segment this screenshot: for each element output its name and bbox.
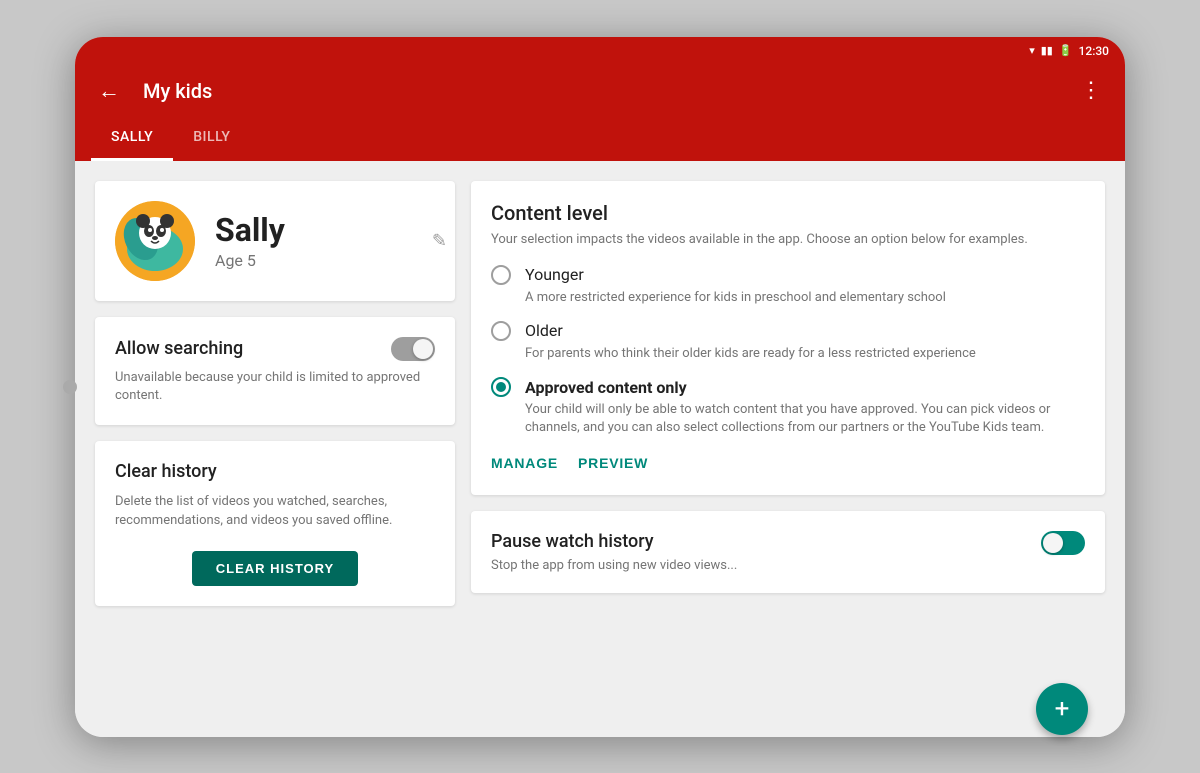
pause-watch-toggle[interactable] — [1041, 531, 1085, 555]
radio-option-younger[interactable]: Younger A more restricted experience for… — [491, 265, 1085, 307]
radio-option-approved[interactable]: Approved content only Your child will on… — [491, 377, 1085, 437]
content-actions: MANAGE PREVIEW — [491, 451, 1085, 475]
radio-desc-approved: Your child will only be able to watch co… — [525, 401, 1085, 437]
search-description: Unavailable because your child is limite… — [115, 369, 435, 405]
search-card-header: Allow searching — [115, 337, 435, 361]
radio-dot-approved — [496, 382, 506, 392]
clear-history-title: Clear history — [115, 461, 435, 482]
tab-sally[interactable]: Sally — [91, 117, 173, 161]
radio-row-approved: Approved content only — [491, 377, 1085, 397]
wifi-icon: ▾ — [1029, 44, 1035, 57]
left-column: Sally Age 5 ✎ Allow searching Unavailabl… — [95, 181, 455, 717]
right-column: Content level Your selection impacts the… — [471, 181, 1105, 717]
status-time: 12:30 — [1079, 44, 1109, 58]
side-button — [63, 380, 77, 394]
radio-label-younger: Younger — [525, 265, 584, 284]
profile-card: Sally Age 5 ✎ — [95, 181, 455, 301]
pause-info: Pause watch history Stop the app from us… — [491, 531, 737, 573]
signal-icon: ▮▮ — [1041, 44, 1053, 57]
manage-button[interactable]: MANAGE — [491, 451, 558, 475]
main-content: Sally Age 5 ✎ Allow searching Unavailabl… — [75, 161, 1125, 737]
radio-circle-approved — [491, 377, 511, 397]
preview-button[interactable]: PREVIEW — [578, 451, 648, 475]
pause-toggle-knob — [1043, 533, 1063, 553]
radio-label-approved: Approved content only — [525, 378, 687, 397]
pause-watch-history-card: Pause watch history Stop the app from us… — [471, 511, 1105, 593]
search-title: Allow searching — [115, 338, 243, 359]
toolbar-title: My kids — [143, 79, 1057, 103]
radio-desc-younger: A more restricted experience for kids in… — [525, 289, 1085, 307]
content-level-description: Your selection impacts the videos availa… — [491, 231, 1085, 249]
radio-row-younger: Younger — [491, 265, 1085, 285]
status-icons: ▾ ▮▮ 🔋 12:30 — [1029, 44, 1109, 58]
back-button[interactable]: ← — [91, 73, 127, 109]
fab-button[interactable]: + — [1036, 683, 1088, 735]
avatar-image — [115, 201, 195, 281]
content-level-title: Content level — [491, 201, 1085, 225]
radio-label-older: Older — [525, 321, 563, 340]
pause-watch-description: Stop the app from using new video views.… — [491, 558, 737, 573]
allow-searching-toggle[interactable] — [391, 337, 435, 361]
clear-history-button[interactable]: CLEAR HISTORY — [192, 551, 358, 586]
profile-name: Sally — [215, 211, 435, 249]
tablet-frame: ▾ ▮▮ 🔋 12:30 ← My kids ⋮ Sally Billy — [75, 37, 1125, 737]
radio-circle-older — [491, 321, 511, 341]
content-level-card: Content level Your selection impacts the… — [471, 181, 1105, 496]
battery-icon: 🔋 — [1059, 44, 1073, 57]
profile-age: Age 5 — [215, 251, 435, 270]
pause-watch-title: Pause watch history — [491, 531, 737, 552]
radio-row-older: Older — [491, 321, 1085, 341]
clear-history-card: Clear history Delete the list of videos … — [95, 441, 455, 606]
profile-info: Sally Age 5 — [215, 211, 435, 270]
allow-searching-card: Allow searching Unavailable because your… — [95, 317, 455, 425]
tab-billy[interactable]: Billy — [173, 117, 250, 161]
toggle-knob — [413, 339, 433, 359]
radio-circle-younger — [491, 265, 511, 285]
radio-option-older[interactable]: Older For parents who think their older … — [491, 321, 1085, 363]
clear-history-description: Delete the list of videos you watched, s… — [115, 492, 435, 531]
toolbar: ← My kids ⋮ — [75, 65, 1125, 117]
tabs-bar: Sally Billy — [75, 117, 1125, 161]
status-bar: ▾ ▮▮ 🔋 12:30 — [75, 37, 1125, 65]
avatar — [115, 201, 195, 281]
more-button[interactable]: ⋮ — [1073, 73, 1109, 109]
radio-desc-older: For parents who think their older kids a… — [525, 345, 1085, 363]
edit-icon[interactable]: ✎ — [432, 230, 447, 251]
